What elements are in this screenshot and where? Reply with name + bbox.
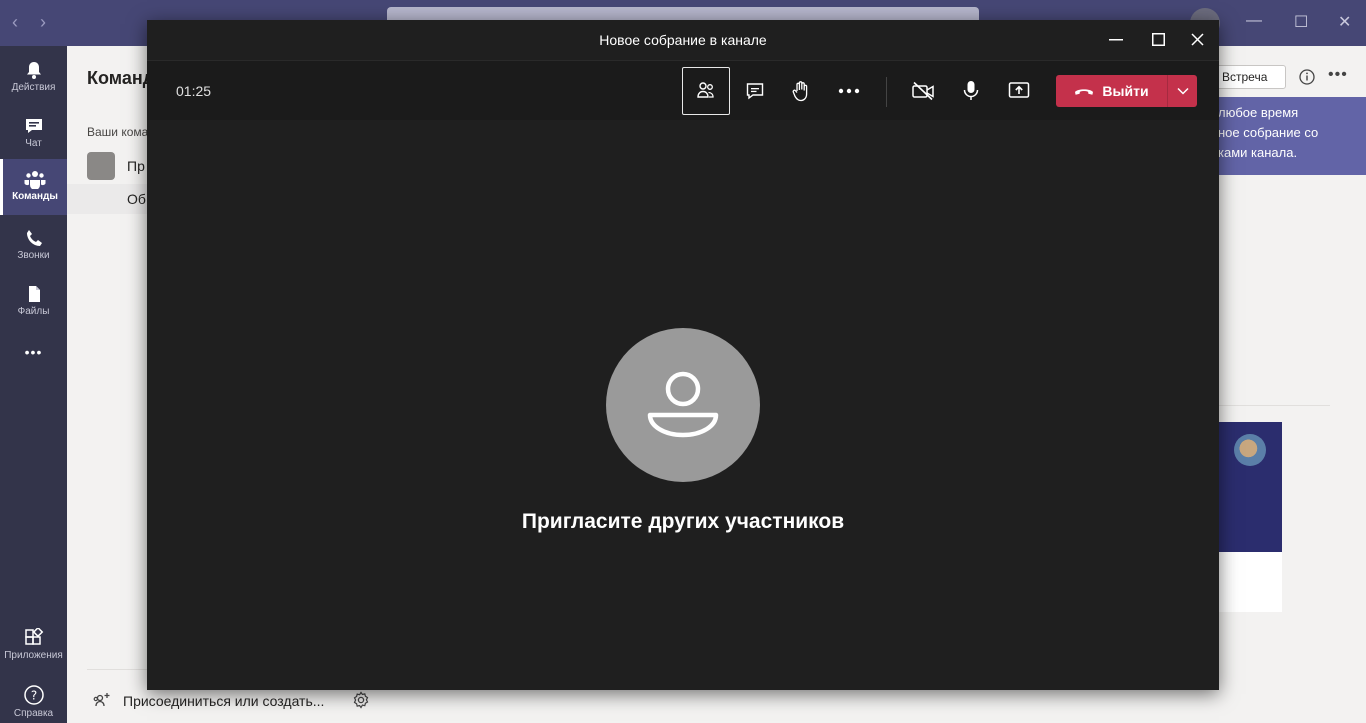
maximize-icon[interactable] — [1152, 33, 1165, 46]
call-timer: 01:25 — [176, 83, 212, 99]
chevron-down-icon — [1176, 87, 1189, 95]
meeting-title: Новое собрание в канале — [599, 32, 767, 48]
rail-item-calls[interactable]: Звонки — [0, 218, 67, 274]
more-actions-button[interactable] — [825, 67, 873, 115]
participants-button[interactable] — [682, 67, 730, 115]
content-divider — [1218, 405, 1330, 406]
minimize-window-icon[interactable]: — — [1246, 12, 1262, 30]
share-screen-icon — [1008, 82, 1030, 98]
svg-text:?: ? — [30, 689, 36, 703]
rail-item-activity[interactable]: Действия — [0, 50, 67, 106]
rail-label: Команды — [12, 191, 58, 202]
rail-label: Приложения — [4, 650, 63, 661]
rail-label: Справка — [13, 708, 54, 719]
info-icon[interactable] — [1298, 68, 1316, 86]
meeting-tooltip: любое время ное собрание со ками канала. — [1218, 97, 1366, 175]
team-avatar-icon — [87, 152, 115, 180]
share-screen-button[interactable] — [995, 67, 1043, 115]
tooltip-line: любое время — [1218, 105, 1299, 120]
channel-label: Об — [127, 191, 146, 207]
user-avatar — [1234, 434, 1266, 466]
rail-item-files[interactable]: Файлы — [0, 274, 67, 330]
meeting-toolbar: 01:25 Выйти — [147, 60, 1219, 120]
meeting-window: Новое собрание в канале 01:25 Выйти Приг… — [147, 20, 1219, 690]
microphone-button[interactable] — [947, 67, 995, 115]
participant-avatar — [606, 328, 760, 482]
app-rail: Действия Чат Команды Звонки Файлы ••• Пр… — [0, 46, 67, 723]
tooltip-line: ное собрание со — [1218, 125, 1319, 140]
leave-label: Выйти — [1102, 83, 1149, 99]
join-team-icon[interactable] — [93, 692, 111, 710]
rail-item-help[interactable]: ? Справка — [0, 674, 67, 723]
close-icon[interactable] — [1191, 33, 1204, 46]
pane-title: Команд — [87, 68, 155, 88]
minimize-icon[interactable] — [1109, 39, 1123, 41]
camera-toggle-button[interactable] — [899, 67, 947, 115]
rail-label: Действия — [11, 82, 56, 93]
leave-button[interactable]: Выйти — [1056, 75, 1167, 107]
team-name[interactable]: Пр — [127, 158, 145, 174]
chat-icon — [25, 119, 42, 133]
teams-icon — [24, 171, 46, 189]
rail-item-teams[interactable]: Команды — [0, 159, 67, 215]
meet-button[interactable]: Встреча — [1213, 65, 1286, 89]
chat-icon — [746, 83, 764, 100]
hang-up-icon — [1075, 89, 1094, 95]
person-icon — [647, 371, 719, 438]
rail-label: Чат — [25, 138, 42, 149]
rail-label: Звонки — [17, 250, 50, 261]
rail-more-button[interactable]: ••• — [0, 336, 67, 372]
chat-button[interactable] — [731, 67, 779, 115]
more-options-icon[interactable]: ••• — [1328, 66, 1348, 84]
camera-off-icon — [912, 81, 934, 101]
toolbar-divider — [886, 77, 887, 107]
your-teams-heading: Ваши кома — [87, 125, 149, 139]
participants-icon — [697, 82, 714, 98]
more-icon: ••• — [24, 344, 43, 360]
tooltip-line: ками канала. — [1218, 145, 1298, 160]
apps-icon — [24, 628, 43, 645]
post-card-body — [1218, 552, 1282, 612]
rail-label: Файлы — [17, 306, 50, 317]
more-icon — [838, 88, 860, 94]
leave-options-button[interactable] — [1167, 75, 1197, 107]
raise-hand-button[interactable] — [777, 67, 825, 115]
rail-item-chat[interactable]: Чат — [0, 106, 67, 162]
microphone-icon — [963, 81, 979, 100]
meeting-stage: Пригласите других участников — [147, 120, 1219, 690]
raise-hand-icon — [792, 81, 808, 102]
phone-icon — [26, 230, 42, 246]
invite-participants-text: Пригласите других участников — [521, 510, 845, 533]
file-icon — [28, 286, 40, 302]
help-icon: ? — [23, 685, 44, 705]
join-or-create-team-link[interactable]: Присоединиться или создать... — [123, 693, 324, 709]
bell-icon — [26, 62, 41, 79]
forward-icon[interactable]: › — [40, 12, 46, 33]
rail-item-apps[interactable]: Приложения — [0, 618, 67, 674]
maximize-window-icon[interactable]: ☐ — [1294, 12, 1308, 32]
gear-icon[interactable] — [352, 691, 370, 709]
close-window-icon[interactable]: ✕ — [1338, 12, 1351, 32]
back-icon[interactable]: ‹ — [12, 12, 18, 33]
meeting-title-bar: Новое собрание в канале — [147, 20, 1219, 60]
meet-button-label: Встреча — [1222, 70, 1268, 84]
